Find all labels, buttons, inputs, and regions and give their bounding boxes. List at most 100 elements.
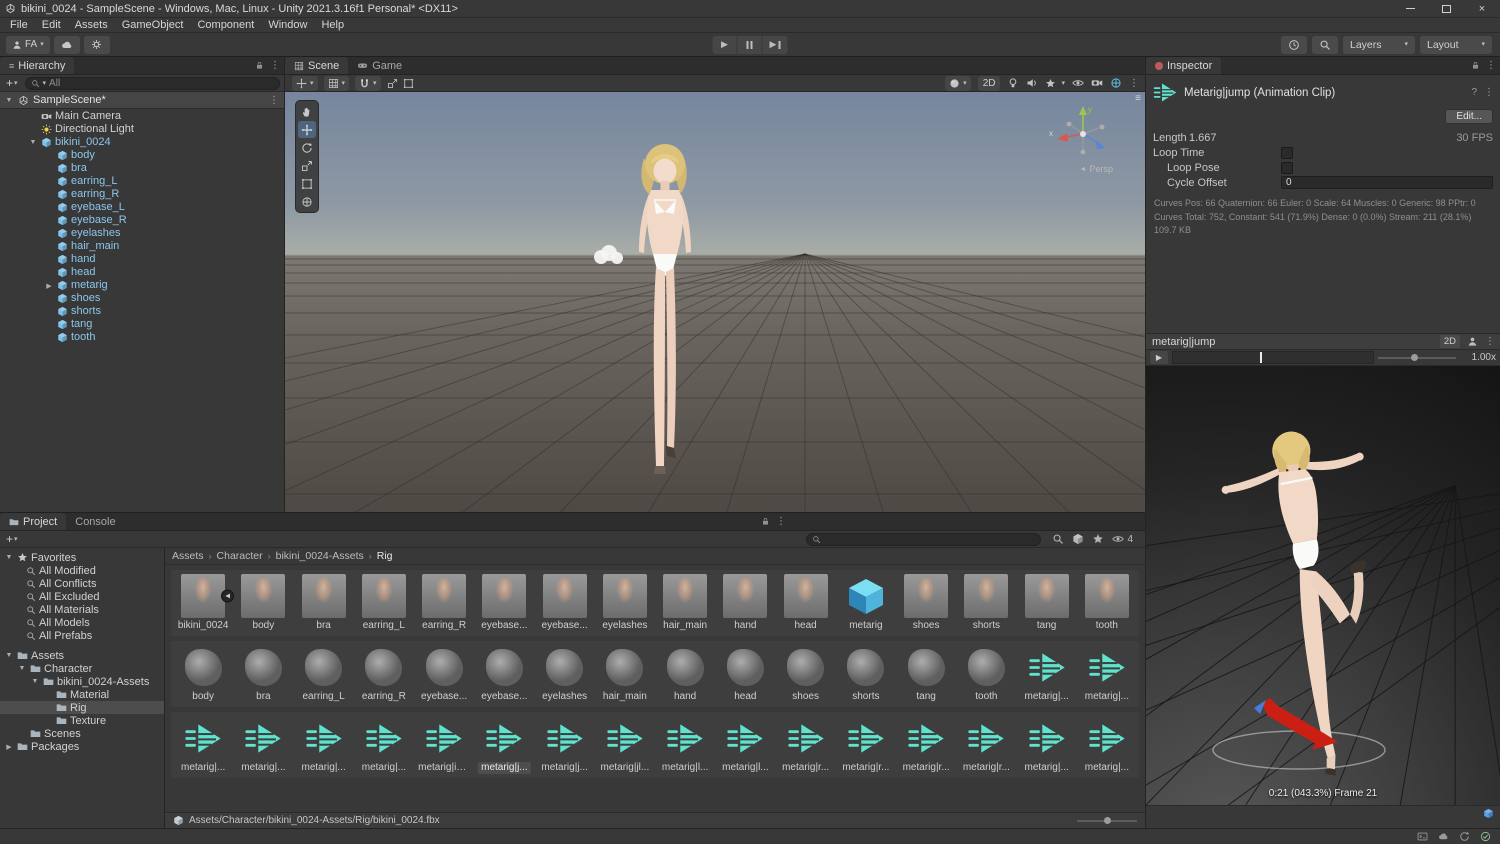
- asset-metarig-jl[interactable]: metarig|jl...: [595, 715, 655, 774]
- step-button[interactable]: ▶: [763, 36, 788, 54]
- loop-time-checkbox[interactable]: [1281, 147, 1293, 159]
- hierarchy-item-hand[interactable]: hand: [0, 253, 284, 266]
- asset-metarig[interactable]: metarig|...: [1017, 715, 1077, 774]
- asset-metarig[interactable]: metarig|...: [173, 715, 233, 774]
- breadcrumb-bikini-0024-assets[interactable]: bikini_0024-Assets: [276, 550, 364, 562]
- asset-eyebase[interactable]: eyebase...: [474, 573, 534, 632]
- services-button[interactable]: [84, 36, 110, 54]
- asset-eyebase[interactable]: eyebase...: [414, 644, 474, 703]
- asset-hand[interactable]: hand: [715, 573, 775, 632]
- favorite-all-prefabs[interactable]: All Prefabs: [0, 629, 164, 642]
- preview-timeline[interactable]: [1172, 351, 1374, 364]
- layout-dropdown[interactable]: Layout ▾: [1420, 36, 1492, 54]
- favorite-all-excluded[interactable]: All Excluded: [0, 590, 164, 603]
- hierarchy-item-shoes[interactable]: shoes: [0, 292, 284, 305]
- expand-arrow-icon[interactable]: ▼: [17, 665, 27, 672]
- preview-play-button[interactable]: ▶: [1150, 351, 1168, 364]
- asset-body[interactable]: body: [173, 644, 233, 703]
- asset-bra[interactable]: bra: [294, 573, 354, 632]
- package-icon[interactable]: [1072, 533, 1084, 545]
- search-by-type-icon[interactable]: [1052, 533, 1064, 545]
- hierarchy-item-main-camera[interactable]: Main Camera: [0, 110, 284, 123]
- menu-file[interactable]: File: [3, 19, 35, 31]
- slider-handle[interactable]: [1104, 817, 1111, 824]
- folder-packages[interactable]: ▶Packages: [0, 740, 164, 753]
- asset-metarig[interactable]: metarig|...: [354, 715, 414, 774]
- expand-arrow-icon[interactable]: ▼: [4, 97, 14, 104]
- menu-assets[interactable]: Assets: [68, 19, 115, 31]
- asset-bikini-0024[interactable]: ◀bikini_0024: [173, 573, 233, 632]
- collab-cloud-icon[interactable]: [1438, 831, 1449, 842]
- preview-viewport[interactable]: 0:21 (043.3%) Frame 21: [1146, 366, 1500, 805]
- asset-metarig-j[interactable]: metarig|j...: [535, 715, 595, 774]
- maximize-button[interactable]: [1428, 0, 1464, 17]
- global-search-button[interactable]: [1312, 36, 1338, 54]
- asset-metarig[interactable]: metarig|...: [1077, 715, 1137, 774]
- tab-inspector[interactable]: Inspector: [1146, 57, 1221, 74]
- asset-metarig[interactable]: metarig: [836, 573, 896, 632]
- subasset-collapse-button[interactable]: ◀: [221, 590, 234, 603]
- preview-header[interactable]: metarig|jump 2D ⋮: [1146, 334, 1500, 350]
- scene-character-model[interactable]: [607, 140, 723, 506]
- asset-bra[interactable]: bra: [233, 644, 293, 703]
- slider-handle[interactable]: [1411, 354, 1418, 361]
- expand-arrow-icon[interactable]: ▼: [28, 139, 38, 146]
- asset-shoes[interactable]: shoes: [896, 573, 956, 632]
- asset-metarig-r[interactable]: metarig|r...: [776, 715, 836, 774]
- scene-orientation-gizmo[interactable]: y x: [1047, 100, 1119, 164]
- hierarchy-item-bra[interactable]: bra: [0, 162, 284, 175]
- breadcrumb-rig[interactable]: Rig: [377, 550, 393, 562]
- hierarchy-item-head[interactable]: head: [0, 266, 284, 279]
- menu-help[interactable]: Help: [314, 19, 351, 31]
- hierarchy-item-hair-main[interactable]: hair_main: [0, 240, 284, 253]
- render-mode-dropdown[interactable]: ▾: [945, 76, 971, 91]
- breadcrumb-assets[interactable]: Assets: [172, 550, 204, 562]
- hierarchy-item-tang[interactable]: tang: [0, 318, 284, 331]
- asset-body[interactable]: body: [233, 573, 293, 632]
- expand-arrow-icon[interactable]: ▶: [4, 743, 14, 751]
- console-status-icon[interactable]: [1417, 831, 1428, 842]
- asset-metarig-id[interactable]: metarig|id...: [414, 715, 474, 774]
- kebab-menu-icon[interactable]: ⋮: [1129, 78, 1138, 89]
- transform-tool-button[interactable]: [298, 193, 316, 210]
- asset-eyelashes[interactable]: eyelashes: [595, 573, 655, 632]
- favorite-all-modified[interactable]: All Modified: [0, 564, 164, 577]
- close-button[interactable]: ×: [1464, 0, 1500, 17]
- folder-scenes[interactable]: Scenes: [0, 727, 164, 740]
- pause-button[interactable]: [738, 36, 763, 54]
- expand-arrow-icon[interactable]: ▼: [4, 554, 14, 561]
- hierarchy-item-bikini-0024[interactable]: ▼bikini_0024: [0, 136, 284, 149]
- project-search-input[interactable]: [806, 533, 1041, 546]
- asset-tooth[interactable]: tooth: [956, 644, 1016, 703]
- expand-arrow-icon[interactable]: ▼: [30, 678, 40, 685]
- playhead[interactable]: [1260, 352, 1262, 363]
- asset-metarig[interactable]: metarig|...: [1077, 644, 1137, 703]
- breadcrumb-character[interactable]: Character: [217, 550, 263, 562]
- help-icon[interactable]: ?: [1471, 87, 1477, 98]
- tab-console[interactable]: Console: [66, 513, 124, 530]
- asset-metarig-r[interactable]: metarig|r...: [896, 715, 956, 774]
- asset-eyebase[interactable]: eyebase...: [474, 644, 534, 703]
- asset-earring-l[interactable]: earring_L: [354, 573, 414, 632]
- tab-project[interactable]: Project: [0, 513, 66, 530]
- toggle-2d-button[interactable]: 2D: [978, 76, 1001, 91]
- hierarchy-item-body[interactable]: body: [0, 149, 284, 162]
- hierarchy-search-input[interactable]: ▾ All: [25, 77, 280, 90]
- asset-tang[interactable]: tang: [1017, 573, 1077, 632]
- view-tool-button[interactable]: [298, 103, 316, 120]
- thumbnail-zoom-slider[interactable]: [1077, 815, 1137, 827]
- asset-tooth[interactable]: tooth: [1077, 573, 1137, 632]
- cycle-offset-field[interactable]: 0: [1281, 176, 1493, 189]
- loop-pose-checkbox[interactable]: [1281, 162, 1293, 174]
- menu-edit[interactable]: Edit: [35, 19, 68, 31]
- hierarchy-item-eyelashes[interactable]: eyelashes: [0, 227, 284, 240]
- scene-visibility-icon[interactable]: [1072, 77, 1084, 89]
- asset-earring-r[interactable]: earring_R: [414, 573, 474, 632]
- asset-shorts[interactable]: shorts: [836, 644, 896, 703]
- asset-shorts[interactable]: shorts: [956, 573, 1016, 632]
- asset-metarig[interactable]: metarig|...: [294, 715, 354, 774]
- favorites-star-icon[interactable]: [1092, 533, 1104, 545]
- rect-tool-button[interactable]: [298, 175, 316, 192]
- asset-hair-main[interactable]: hair_main: [595, 644, 655, 703]
- hierarchy-item-eyebase-r[interactable]: eyebase_R: [0, 214, 284, 227]
